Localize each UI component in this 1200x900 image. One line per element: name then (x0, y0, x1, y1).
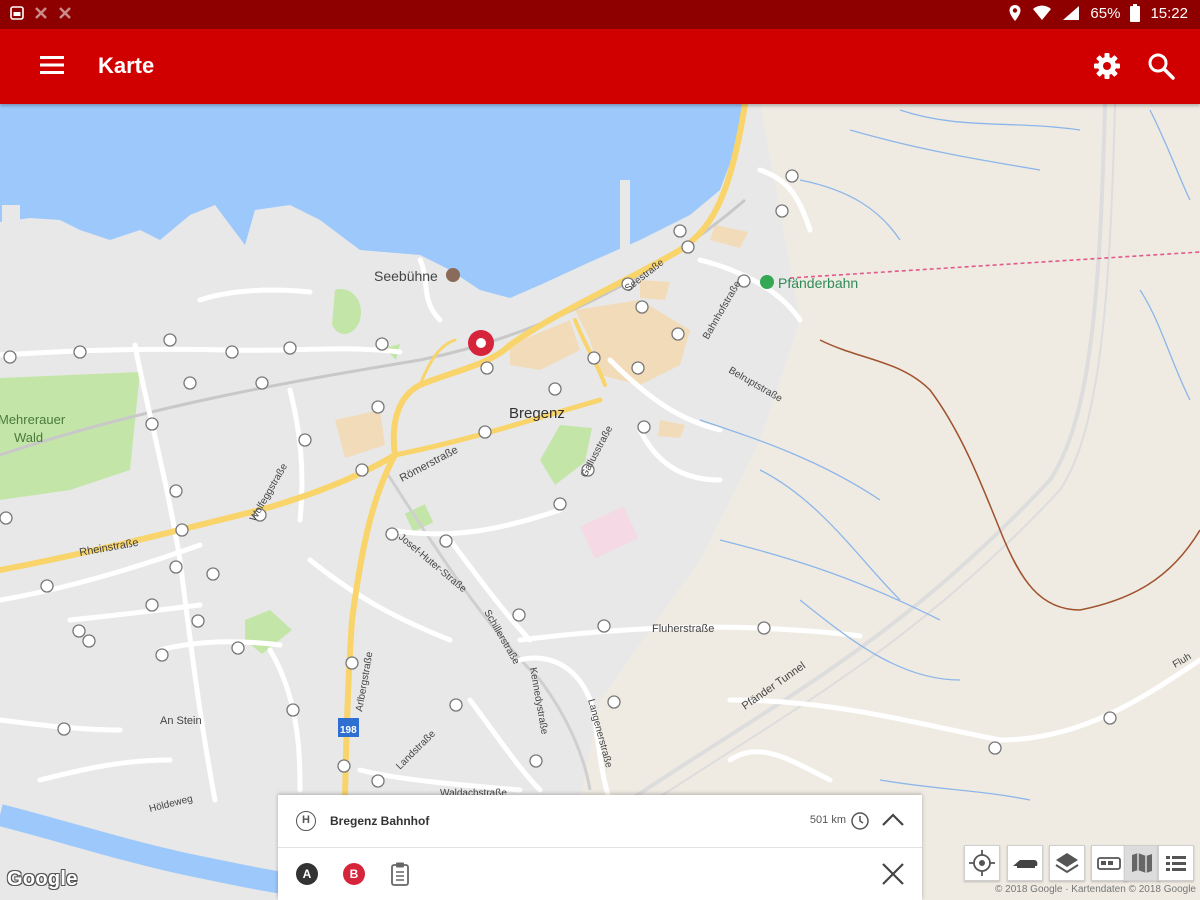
gear-icon[interactable] (1092, 51, 1122, 81)
map-pier (620, 180, 630, 250)
stop-name: Bregenz Bahnhof (330, 814, 430, 828)
google-logo: Google (7, 868, 78, 890)
train-icon (1013, 860, 1038, 868)
clock-icon[interactable] (850, 811, 870, 831)
label-fluherstrasse: Fluherstraße (652, 623, 714, 635)
menu-icon[interactable] (38, 53, 66, 77)
clock-time: 15:22 (1150, 4, 1188, 22)
seebuehne-poi-icon (446, 268, 460, 282)
stop-distance: 501 km (809, 814, 846, 826)
stop-row[interactable]: H Bregenz Bahnhof 501 km (278, 795, 922, 848)
locate-icon (969, 850, 995, 876)
map-mode-icon (1132, 853, 1152, 873)
label-route-198: 198 (340, 725, 357, 736)
layers-button[interactable] (1049, 845, 1085, 881)
label-wald: Wald (14, 430, 43, 445)
map-view[interactable]: Seebühne Pfänderbahn Bregenz Mehrerauer … (0, 104, 1200, 900)
locate-button[interactable] (964, 845, 1000, 881)
wifi-icon (1033, 5, 1052, 20)
label-seebuehne: Seebühne (374, 268, 438, 284)
battery-icon (1130, 4, 1141, 22)
map-built-area (640, 280, 670, 300)
missed-notification-icon (59, 7, 71, 19)
label-mehrerauer: Mehrerauer (0, 412, 66, 427)
transit-mode-button[interactable] (1091, 845, 1127, 881)
start-point-button[interactable]: A (296, 863, 318, 885)
close-icon[interactable] (880, 861, 906, 887)
signal-icon (1063, 6, 1080, 20)
page-title: Karte (98, 53, 155, 78)
map-mode-button[interactable] (1124, 845, 1160, 881)
battery-percent: 65% (1090, 4, 1121, 22)
label-bregenz: Bregenz (509, 405, 565, 422)
transit-lines-button[interactable] (1007, 845, 1043, 881)
selected-station-marker-center (476, 338, 486, 348)
map-pier (2, 205, 20, 245)
chevron-up-icon[interactable] (880, 809, 906, 831)
notification-icons (10, 6, 72, 20)
layers-icon (1055, 853, 1079, 874)
end-point-button[interactable]: B (343, 863, 365, 885)
map-attribution: © 2018 Google · Kartendaten © 2018 Googl… (995, 884, 1196, 895)
status-bar: 65% 15:22 (0, 0, 1200, 29)
route-panel: H Bregenz Bahnhof 501 km A B (278, 795, 922, 900)
clipboard-icon[interactable] (389, 861, 411, 887)
pfaenderbahn-poi-icon (760, 275, 774, 289)
route-actions-row: A B (278, 848, 922, 900)
location-icon (1009, 5, 1021, 21)
label-pfaenderbahn: Pfänderbahn (778, 275, 858, 291)
list-mode-button[interactable] (1158, 845, 1194, 881)
app-bar: Karte (0, 29, 1200, 104)
search-icon[interactable] (1146, 51, 1176, 81)
list-mode-icon (1166, 856, 1186, 871)
transit-mode-icon (1097, 857, 1121, 870)
missed-notification-icon (35, 7, 47, 19)
gallery-notification-icon (10, 6, 24, 20)
label-an-stein: An Stein (160, 715, 202, 727)
bus-stop-icon: H (296, 811, 316, 831)
